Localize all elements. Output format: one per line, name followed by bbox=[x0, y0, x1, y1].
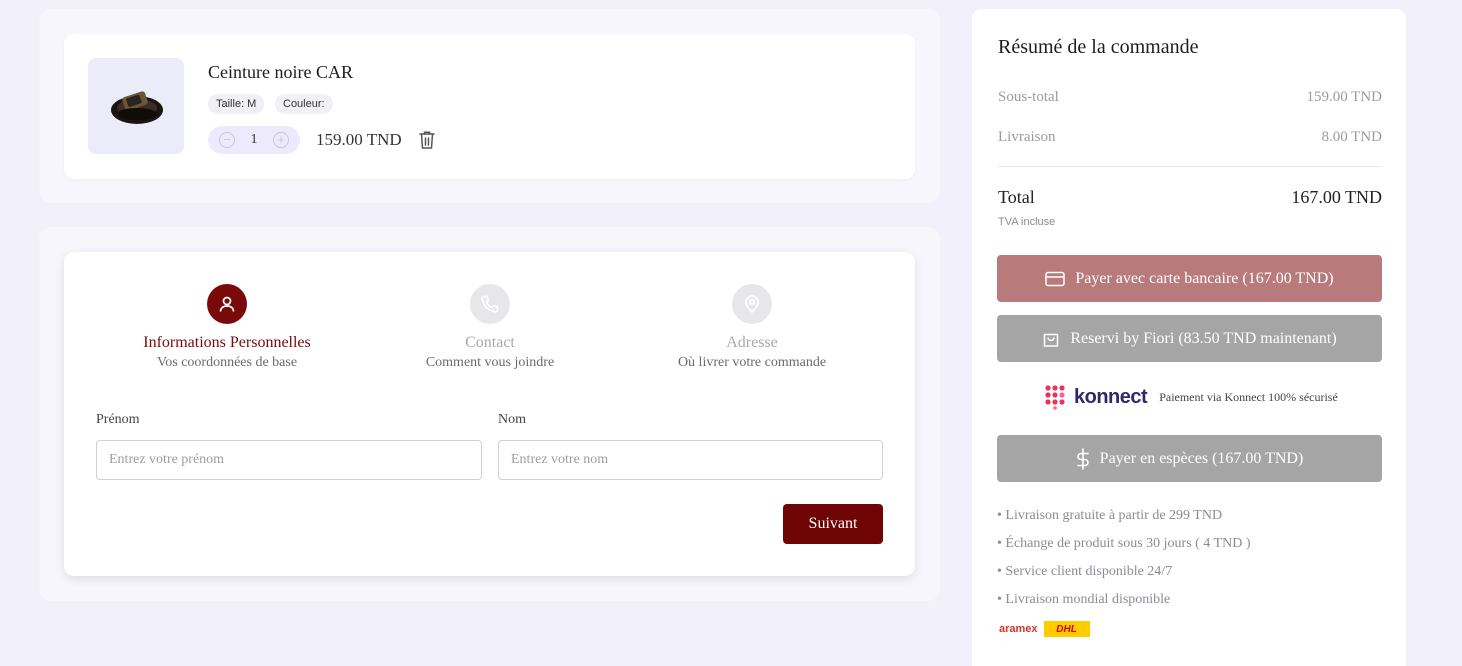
step-contact[interactable]: Contact Comment vous joindre bbox=[360, 284, 620, 371]
prenom-input[interactable] bbox=[96, 440, 482, 480]
next-button[interactable]: Suivant bbox=[783, 504, 883, 544]
map-pin-icon bbox=[732, 284, 772, 324]
carrier-logos: aramex DHL bbox=[999, 621, 1090, 637]
decrease-quantity-button[interactable]: − bbox=[219, 132, 235, 148]
order-summary: Résumé de la commande Sous-total 159.00 … bbox=[972, 9, 1406, 666]
summary-divider bbox=[998, 166, 1382, 167]
total-row: Total 167.00 TND bbox=[998, 187, 1382, 208]
subtotal-label: Sous-total bbox=[998, 89, 1059, 105]
credit-card-icon bbox=[1045, 271, 1066, 286]
user-icon bbox=[207, 284, 247, 324]
pay-card-button[interactable]: Payer avec carte bancaire (167.00 TND) bbox=[997, 255, 1382, 302]
step-subtitle: Vos coordonnées de base bbox=[156, 355, 298, 370]
prenom-label: Prénom bbox=[96, 412, 140, 427]
step-address[interactable]: Adresse Où livrer votre commande bbox=[622, 284, 882, 371]
subtotal-row: Sous-total 159.00 TND bbox=[998, 89, 1382, 106]
reservi-label: Reservi by Fiori (83.50 TND maintenant) bbox=[1070, 329, 1337, 347]
tva-note: TVA incluse bbox=[998, 216, 1056, 228]
nom-label: Nom bbox=[498, 412, 526, 427]
color-tag: Couleur: bbox=[275, 94, 333, 114]
aramex-logo: aramex bbox=[999, 623, 1038, 635]
trash-icon[interactable] bbox=[418, 130, 436, 150]
dollar-icon bbox=[1076, 447, 1089, 470]
step-title: Adresse bbox=[726, 334, 778, 351]
konnect-brand: konnect bbox=[1074, 385, 1148, 408]
feature-item: • Livraison mondial disponible bbox=[997, 592, 1171, 607]
reservi-button[interactable]: Reservi by Fiori (83.50 TND maintenant) bbox=[997, 315, 1382, 362]
pay-card-label: Payer avec carte bancaire (167.00 TND) bbox=[1075, 269, 1334, 287]
konnect-logo-icon bbox=[1045, 385, 1065, 410]
shipping-row: Livraison 8.00 TND bbox=[998, 129, 1382, 146]
feature-item: • Échange de produit sous 30 jours ( 4 T… bbox=[997, 536, 1251, 551]
quantity-stepper: − 1 + bbox=[208, 126, 300, 154]
belt-image bbox=[111, 91, 163, 124]
step-subtitle: Où livrer votre commande bbox=[677, 355, 827, 370]
increase-quantity-button[interactable]: + bbox=[273, 132, 289, 148]
subtotal-value: 159.00 TND bbox=[1306, 89, 1382, 105]
step-personal-info[interactable]: Informations Personnelles Vos coordonnée… bbox=[97, 284, 357, 371]
size-tag: Taille: M bbox=[208, 94, 265, 114]
product-thumbnail[interactable] bbox=[88, 58, 184, 154]
konnect-text: Paiement via Konnect 100% sécurisé bbox=[1159, 389, 1338, 404]
dhl-logo: DHL bbox=[1043, 621, 1090, 637]
feature-item: • Service client disponible 24/7 bbox=[997, 564, 1173, 579]
total-label: Total bbox=[998, 187, 1035, 207]
product-name: Ceinture noire CAR bbox=[208, 62, 353, 82]
pay-cash-label: Payer en espèces (167.00 TND) bbox=[1099, 449, 1304, 467]
nom-input[interactable] bbox=[498, 440, 883, 480]
pay-cash-button[interactable]: Payer en espèces (167.00 TND) bbox=[997, 435, 1382, 482]
summary-title: Résumé de la commande bbox=[998, 36, 1199, 58]
feature-item: • Livraison gratuite à partir de 299 TND bbox=[997, 508, 1223, 523]
konnect-badge: konnect Paiement via Konnect 100% sécuri… bbox=[1044, 384, 1338, 410]
step-subtitle: Comment vous joindre bbox=[425, 355, 555, 370]
phone-icon bbox=[470, 284, 510, 324]
shipping-value: 8.00 TND bbox=[1321, 129, 1382, 145]
shopping-bag-icon bbox=[1044, 333, 1059, 347]
total-value: 167.00 TND bbox=[1291, 187, 1382, 207]
checkout-form-card: Informations Personnelles Vos coordonnée… bbox=[64, 252, 915, 576]
cart-item-card: Ceinture noire CAR Taille: M Couleur: − … bbox=[64, 34, 915, 179]
shipping-label: Livraison bbox=[998, 129, 1056, 145]
quantity-value: 1 bbox=[250, 132, 258, 147]
item-price: 159.00 TND bbox=[316, 130, 402, 149]
step-title: Informations Personnelles bbox=[143, 334, 311, 351]
step-title: Contact bbox=[465, 334, 515, 351]
